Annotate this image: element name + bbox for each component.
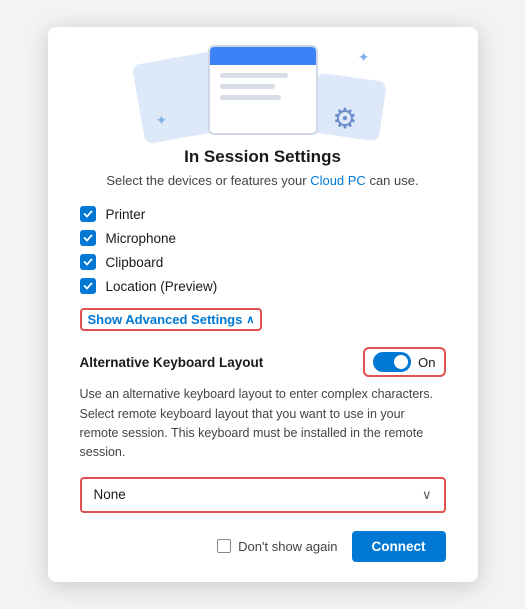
keyboard-setting-label: Alternative Keyboard Layout: [80, 355, 264, 370]
checkbox-printer[interactable]: Printer: [80, 206, 446, 222]
checkbox-location[interactable]: Location (Preview): [80, 278, 446, 294]
sparkle-icon-2: ✦: [156, 112, 168, 129]
in-session-settings-dialog: ⚙ ✦ ✦ In Session Settings Select the dev…: [48, 27, 478, 582]
toggle-state-label: On: [418, 355, 435, 370]
connect-button[interactable]: Connect: [352, 531, 446, 562]
toggle-container: On: [363, 347, 445, 377]
checkbox-clipboard[interactable]: Clipboard: [80, 254, 446, 270]
dont-show-again-row[interactable]: Don't show again: [217, 539, 337, 554]
dropdown-selected-value: None: [94, 487, 126, 502]
printer-checkbox-box[interactable]: [80, 206, 96, 222]
chevron-down-icon: ∨: [422, 487, 432, 503]
checkmark-icon: [83, 233, 93, 243]
keyboard-layout-toggle[interactable]: [373, 352, 411, 372]
dialog-footer: Don't show again Connect: [48, 531, 478, 562]
illus-window-lines: [210, 65, 316, 108]
keyboard-layout-dropdown-container[interactable]: None ∨: [80, 477, 446, 513]
subtitle-text: Select the devices or features your: [106, 173, 306, 188]
microphone-checkbox-box[interactable]: [80, 230, 96, 246]
illus-window-bar: [210, 47, 316, 65]
dont-show-again-checkbox[interactable]: [217, 539, 231, 553]
subtitle-end: can use.: [369, 173, 418, 188]
device-checkboxes: Printer Microphone Clipboard: [80, 206, 446, 294]
keyboard-description: Use an alternative keyboard layout to en…: [80, 385, 446, 463]
illus-window: [208, 45, 318, 135]
location-checkbox-box[interactable]: [80, 278, 96, 294]
keyboard-setting-row: Alternative Keyboard Layout On: [80, 347, 446, 377]
clipboard-label: Clipboard: [106, 255, 164, 270]
dialog-subtitle: Select the devices or features your Clou…: [80, 173, 446, 188]
keyboard-layout-dropdown[interactable]: None ∨: [82, 479, 444, 511]
checkmark-icon: [83, 257, 93, 267]
illus-line-1: [220, 73, 289, 78]
illus-line-3: [220, 95, 282, 100]
illus-line-2: [220, 84, 276, 89]
location-label: Location (Preview): [106, 279, 218, 294]
toggle-knob: [394, 355, 408, 369]
dont-show-again-label: Don't show again: [238, 539, 337, 554]
show-advanced-settings-button[interactable]: Show Advanced Settings ∧: [80, 308, 263, 331]
sparkle-icon-1: ✦: [358, 49, 370, 66]
dialog-content: In Session Settings Select the devices o…: [48, 147, 478, 513]
dialog-title: In Session Settings: [80, 147, 446, 167]
illustration: ⚙ ✦ ✦: [48, 27, 478, 147]
checkbox-microphone[interactable]: Microphone: [80, 230, 446, 246]
checkmark-icon: [83, 209, 93, 219]
gear-icon: ⚙: [332, 102, 357, 135]
chevron-up-icon: ∧: [246, 313, 254, 326]
advanced-settings-label: Show Advanced Settings: [88, 312, 243, 327]
clipboard-checkbox-box[interactable]: [80, 254, 96, 270]
cloud-pc-link[interactable]: Cloud PC: [310, 173, 366, 188]
microphone-label: Microphone: [106, 231, 177, 246]
checkmark-icon: [83, 281, 93, 291]
printer-label: Printer: [106, 207, 146, 222]
